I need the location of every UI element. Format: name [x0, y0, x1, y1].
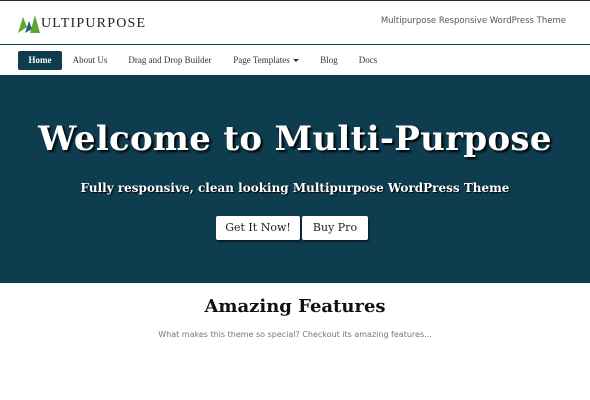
main-nav: Home About Us Drag and Drop Builder Page… [0, 45, 590, 75]
nav-item-home[interactable]: Home [18, 51, 62, 70]
buy-pro-button[interactable]: Buy Pro [302, 216, 368, 240]
nav-item-docs[interactable]: Docs [352, 51, 384, 70]
nav-item-label: Blog [320, 55, 338, 65]
site-logo[interactable]: ULTIPURPOSE [18, 14, 146, 34]
nav-item-label: Home [28, 55, 52, 65]
nav-item-label: About Us [72, 55, 108, 65]
nav-item-blog[interactable]: Blog [314, 51, 344, 70]
nav-item-label: Drag and Drop Builder [128, 55, 212, 65]
nav-item-label: Docs [358, 55, 378, 65]
hero-subtitle: Fully responsive, clean looking Multipur… [80, 181, 510, 195]
get-it-now-button[interactable]: Get It Now! [216, 216, 300, 240]
nav-item-label: Page Templates [233, 55, 290, 65]
features-heading: Amazing Features [204, 296, 386, 317]
site-tagline: Multipurpose Responsive WordPress Theme [380, 16, 566, 26]
nav-item-about-us[interactable]: About Us [66, 51, 114, 70]
features-subheading: What makes this theme so special? Checko… [158, 330, 432, 339]
logo-text: ULTIPURPOSE [41, 16, 147, 31]
hero-banner: Welcome to Multi-Purpose Fully responsiv… [0, 75, 590, 283]
nav-item-page-templates[interactable]: Page Templates [228, 51, 304, 70]
logo-m-icon [18, 15, 40, 33]
chevron-down-icon [292, 59, 299, 63]
hero-title: Welcome to Multi-Purpose [38, 119, 552, 159]
site-header: ULTIPURPOSE Multipurpose Responsive Word… [0, 1, 590, 44]
nav-item-drag-drop-builder[interactable]: Drag and Drop Builder [122, 51, 218, 70]
